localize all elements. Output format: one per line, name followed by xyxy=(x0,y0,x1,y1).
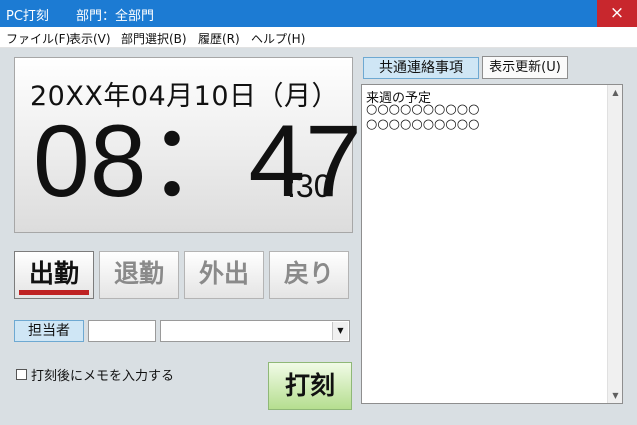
clock-in-button[interactable]: 出勤 xyxy=(14,251,94,299)
go-out-button[interactable]: 外出 xyxy=(184,251,264,299)
notice-scrollbar[interactable]: ▲ ▼ xyxy=(607,85,622,403)
notice-line: ○○○○○○○○○○ xyxy=(366,117,480,132)
clock-out-button[interactable]: 退勤 xyxy=(99,251,179,299)
scroll-up-icon[interactable]: ▲ xyxy=(608,85,623,100)
menu-file[interactable]: ファイル(F) xyxy=(6,30,70,47)
stamp-button[interactable]: 打刻 xyxy=(268,362,352,410)
menu-view[interactable]: 表示(V) xyxy=(69,30,111,47)
memo-checkbox-label[interactable]: 打刻後にメモを入力する xyxy=(31,365,174,384)
person-label: 担当者 xyxy=(14,320,84,342)
close-button[interactable]: × xyxy=(597,0,637,27)
app-title: PC打刻 xyxy=(6,9,49,24)
menu-history[interactable]: 履歴(R) xyxy=(198,30,240,47)
notice-line: ○○○○○○○○○○ xyxy=(366,102,480,117)
department-title: 部門：全部門 xyxy=(76,9,155,24)
refresh-button[interactable]: 表示更新(U) xyxy=(482,56,568,79)
person-code-input[interactable] xyxy=(88,320,156,342)
chevron-down-icon[interactable]: ▼ xyxy=(332,322,348,340)
clock-panel: 20XX年04月10日（月） 08：47 :30 xyxy=(14,57,362,233)
notice-textarea[interactable]: 来週の予定 ○○○○○○○○○○ ○○○○○○○○○○ ▲ ▼ xyxy=(361,84,623,404)
clock-seconds: :30 xyxy=(287,168,332,204)
menu-bar: ファイル(F) 表示(V) 部門選択(B) 履歴(R) ヘルプ(H) xyxy=(0,27,637,48)
close-icon: × xyxy=(609,3,625,23)
return-button[interactable]: 戻り xyxy=(269,251,349,299)
person-select[interactable]: ▼ xyxy=(160,320,350,342)
notice-header: 共通連絡事項 xyxy=(363,57,479,79)
scroll-down-icon[interactable]: ▼ xyxy=(608,388,623,403)
title-bar: PC打刻 部門：全部門 × xyxy=(0,0,637,27)
menu-help[interactable]: ヘルプ(H) xyxy=(251,30,305,47)
memo-checkbox[interactable] xyxy=(16,369,27,380)
menu-department-select[interactable]: 部門選択(B) xyxy=(121,30,187,47)
